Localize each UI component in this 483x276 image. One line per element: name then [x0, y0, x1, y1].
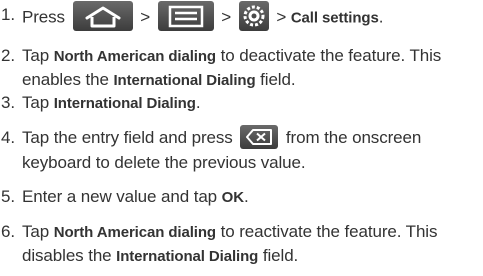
step-text: Enter a new value and tap OK.	[22, 185, 480, 209]
text-segment: .	[243, 187, 249, 206]
delete-key-icon	[240, 124, 279, 149]
separator: >	[140, 7, 151, 27]
north-american-dialing-label: North American dialing	[53, 224, 216, 241]
home-icon	[72, 1, 133, 31]
separator: >	[221, 7, 232, 27]
press-text: Press	[22, 7, 65, 27]
text-segment: field.	[255, 70, 296, 89]
international-dialing-label: International Dialing	[116, 248, 259, 265]
text-segment: Tap	[22, 46, 54, 65]
text-segment: Enter a new value and tap	[22, 187, 222, 206]
ok-label: OK	[221, 189, 244, 206]
international-dialing-label: International Dialing	[53, 95, 196, 112]
step-text: Tap International Dialing.	[22, 91, 480, 115]
step-number: 6.	[1, 222, 15, 241]
step-number: 3.	[1, 93, 15, 112]
text-segment: Tap	[22, 93, 54, 112]
call-settings-label: Call settings	[290, 9, 379, 27]
menu-icon	[157, 1, 214, 31]
step-text: Tap North American dialing to reactivate…	[22, 220, 480, 268]
text-segment: field.	[258, 246, 299, 265]
period: .	[378, 7, 384, 27]
step-number: 5.	[1, 187, 15, 206]
separator: >	[276, 7, 287, 27]
step-text: Tap North American dialing to deactivate…	[22, 44, 480, 92]
step-number: 2.	[1, 46, 15, 65]
north-american-dialing-label: North American dialing	[53, 48, 216, 65]
text-segment: Tap the entry field and press	[22, 128, 238, 147]
settings-icon	[238, 1, 269, 31]
international-dialing-label: International Dialing	[113, 72, 256, 89]
step-number: 1.	[1, 5, 15, 24]
step-number: 4.	[1, 128, 15, 147]
text-segment: Tap	[22, 222, 54, 241]
text-segment: .	[195, 93, 201, 112]
step-text: Tap the entry field and press from the o…	[22, 124, 480, 174]
step-text: Press > > > Call settings.	[22, 1, 480, 33]
